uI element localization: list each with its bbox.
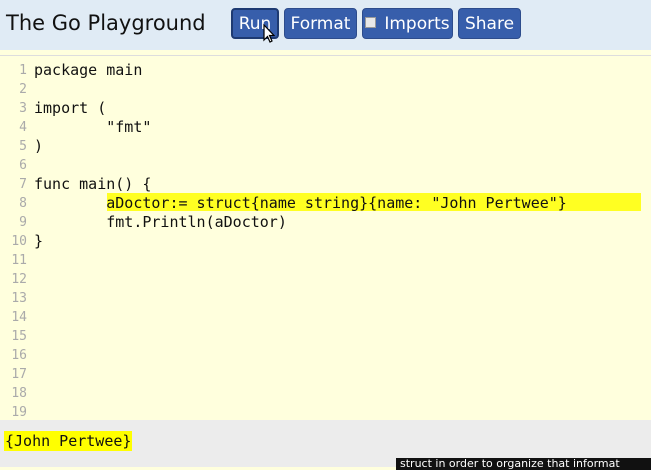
code-line[interactable]: [34, 365, 567, 384]
share-button[interactable]: Share: [458, 8, 521, 39]
imports-label: Imports: [384, 13, 450, 34]
code-line[interactable]: [34, 270, 567, 289]
line-number: 3: [19, 101, 27, 116]
line-number: 17: [11, 367, 27, 382]
line-number: 2: [19, 82, 27, 97]
program-output: {John Pertwee}: [4, 431, 133, 451]
code-area[interactable]: package main import ( "fmt") func main() {…: [34, 61, 567, 422]
line-number: 12: [11, 272, 27, 287]
code-line[interactable]: [34, 156, 567, 175]
code-line[interactable]: func main() {: [34, 175, 567, 194]
line-number: 8: [19, 196, 27, 211]
code-line[interactable]: aDoctor:= struct{name string}{name: "Joh…: [34, 194, 567, 213]
code-line[interactable]: [34, 251, 567, 270]
code-editor[interactable]: 1 2 3 4 5 6 7 8 9 10 11 12 13 14 15 16 17 18 19 package ma…: [0, 55, 651, 421]
imports-button[interactable]: Imports: [362, 8, 453, 39]
code-line[interactable]: [34, 384, 567, 403]
code-line[interactable]: [34, 289, 567, 308]
line-number-gutter: 1 2 3 4 5 6 7 8 9 10 11 12 13 14 15 16 17 18 19: [0, 61, 27, 422]
line-number: 10: [11, 234, 27, 249]
line-number: 14: [11, 310, 27, 325]
line-number: 4: [19, 120, 27, 135]
code-line[interactable]: package main: [34, 61, 567, 80]
mouse-cursor-icon: [263, 24, 276, 43]
code-line[interactable]: "fmt": [34, 118, 567, 137]
code-line[interactable]: ): [34, 137, 567, 156]
code-line[interactable]: fmt.Println(aDoctor): [34, 213, 567, 232]
top-bar: The Go Playground Run Format Imports Sha…: [0, 0, 651, 50]
line-number: 1: [19, 63, 27, 78]
code-line[interactable]: [34, 308, 567, 327]
line-number: 9: [19, 215, 27, 230]
line-number: 15: [11, 329, 27, 344]
line-number: 16: [11, 348, 27, 363]
code-line[interactable]: [34, 327, 567, 346]
line-number: 6: [19, 158, 27, 173]
code-line[interactable]: [34, 80, 567, 99]
line-number: 7: [19, 177, 27, 192]
app-title: The Go Playground: [6, 11, 206, 35]
video-caption: struct in order to organize that informa…: [396, 458, 651, 470]
code-line[interactable]: }: [34, 232, 567, 251]
code-line[interactable]: [34, 346, 567, 365]
line-number: 5: [19, 139, 27, 154]
line-number: 18: [11, 386, 27, 401]
format-button[interactable]: Format: [284, 8, 357, 39]
code-line[interactable]: import (: [34, 99, 567, 118]
line-number: 13: [11, 291, 27, 306]
line-number: 11: [11, 253, 27, 268]
imports-checkbox[interactable]: [365, 17, 377, 28]
